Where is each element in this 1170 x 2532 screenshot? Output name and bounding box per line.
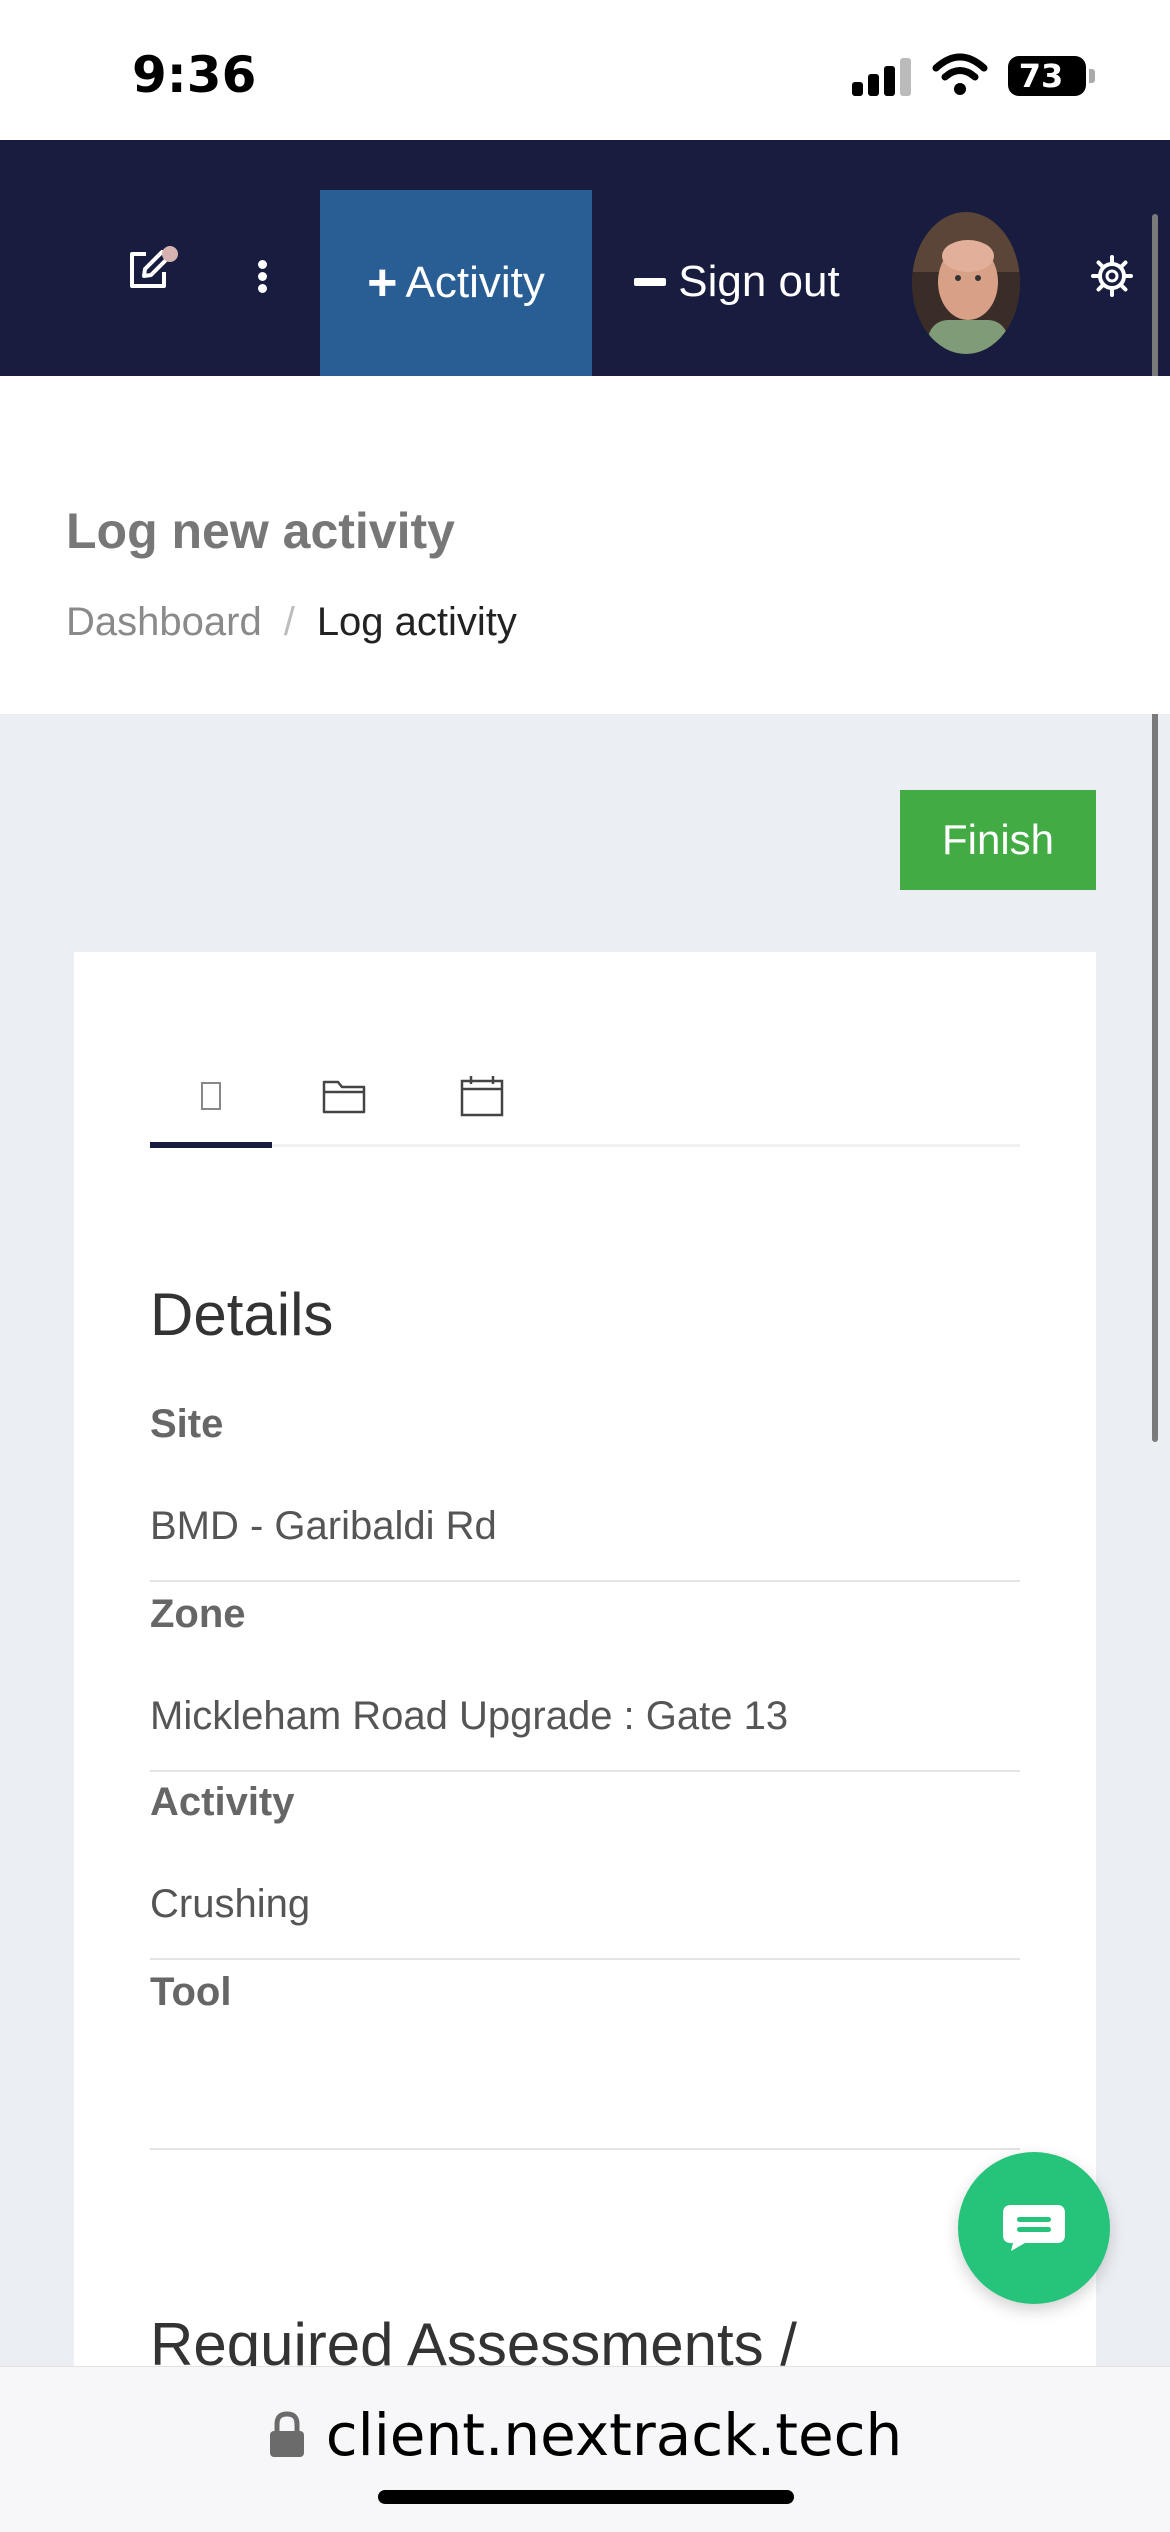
breadcrumb: Dashboard / Log activity	[66, 600, 517, 645]
details-section-title: Details	[150, 1281, 334, 1348]
battery-level: 73	[1018, 57, 1064, 95]
cellular-signal-icon	[852, 56, 916, 96]
calendar-icon	[460, 1076, 504, 1117]
home-indicator	[378, 2490, 794, 2504]
activity-label: Activity	[150, 1780, 295, 1824]
breadcrumb-separator: /	[283, 600, 295, 644]
zone-divider	[150, 1770, 1020, 1772]
zone-value: Mickleham Road Upgrade : Gate 13	[150, 1694, 789, 1738]
tab-details[interactable]	[150, 1040, 272, 1152]
details-icon	[201, 1082, 221, 1110]
activity-divider	[150, 1958, 1020, 1960]
more-menu-button[interactable]	[244, 246, 280, 306]
avatar-photo	[912, 212, 1020, 354]
wifi-icon	[932, 53, 988, 95]
chat-icon	[1003, 2205, 1065, 2251]
url-row[interactable]: client.nextrack.tech	[0, 2400, 1170, 2470]
lock-icon	[269, 2411, 304, 2457]
user-avatar[interactable]	[912, 212, 1020, 354]
page-title: Log new activity	[66, 503, 455, 559]
sign-out-button[interactable]: Sign out	[626, 220, 848, 344]
site-value: BMD - Garibaldi Rd	[150, 1504, 497, 1548]
activity-form-card	[74, 952, 1096, 2422]
settings-button[interactable]	[1084, 248, 1140, 304]
sign-out-label: Sign out	[678, 257, 840, 306]
add-activity-button[interactable]: + Activity	[320, 190, 592, 376]
tool-divider	[150, 2148, 1020, 2150]
breadcrumb-dashboard-link[interactable]: Dashboard	[66, 600, 262, 645]
battery-icon: 73	[1008, 56, 1095, 96]
tab-schedule[interactable]	[444, 1040, 520, 1152]
notification-dot	[162, 246, 178, 262]
edit-button[interactable]	[118, 240, 178, 300]
plus-icon: +	[367, 254, 398, 312]
folder-icon	[322, 1080, 366, 1114]
add-activity-label: Activity	[405, 258, 545, 307]
more-vertical-icon	[257, 257, 267, 296]
chat-button[interactable]	[958, 2152, 1110, 2304]
url-text: client.nextrack.tech	[325, 2401, 903, 2469]
zone-label: Zone	[150, 1592, 246, 1636]
tab-underline	[150, 1144, 1020, 1147]
breadcrumb-current: Log activity	[316, 600, 517, 644]
gear-icon	[1091, 255, 1133, 297]
tool-label: Tool	[150, 1970, 232, 2014]
activity-value: Crushing	[150, 1882, 311, 1926]
finish-button[interactable]: Finish	[900, 790, 1096, 890]
tab-files[interactable]	[308, 1040, 380, 1152]
active-tab-indicator	[150, 1142, 272, 1148]
status-time: 9:36	[132, 46, 257, 104]
site-divider	[150, 1580, 1020, 1582]
minus-icon	[634, 278, 667, 286]
site-label: Site	[150, 1402, 224, 1446]
